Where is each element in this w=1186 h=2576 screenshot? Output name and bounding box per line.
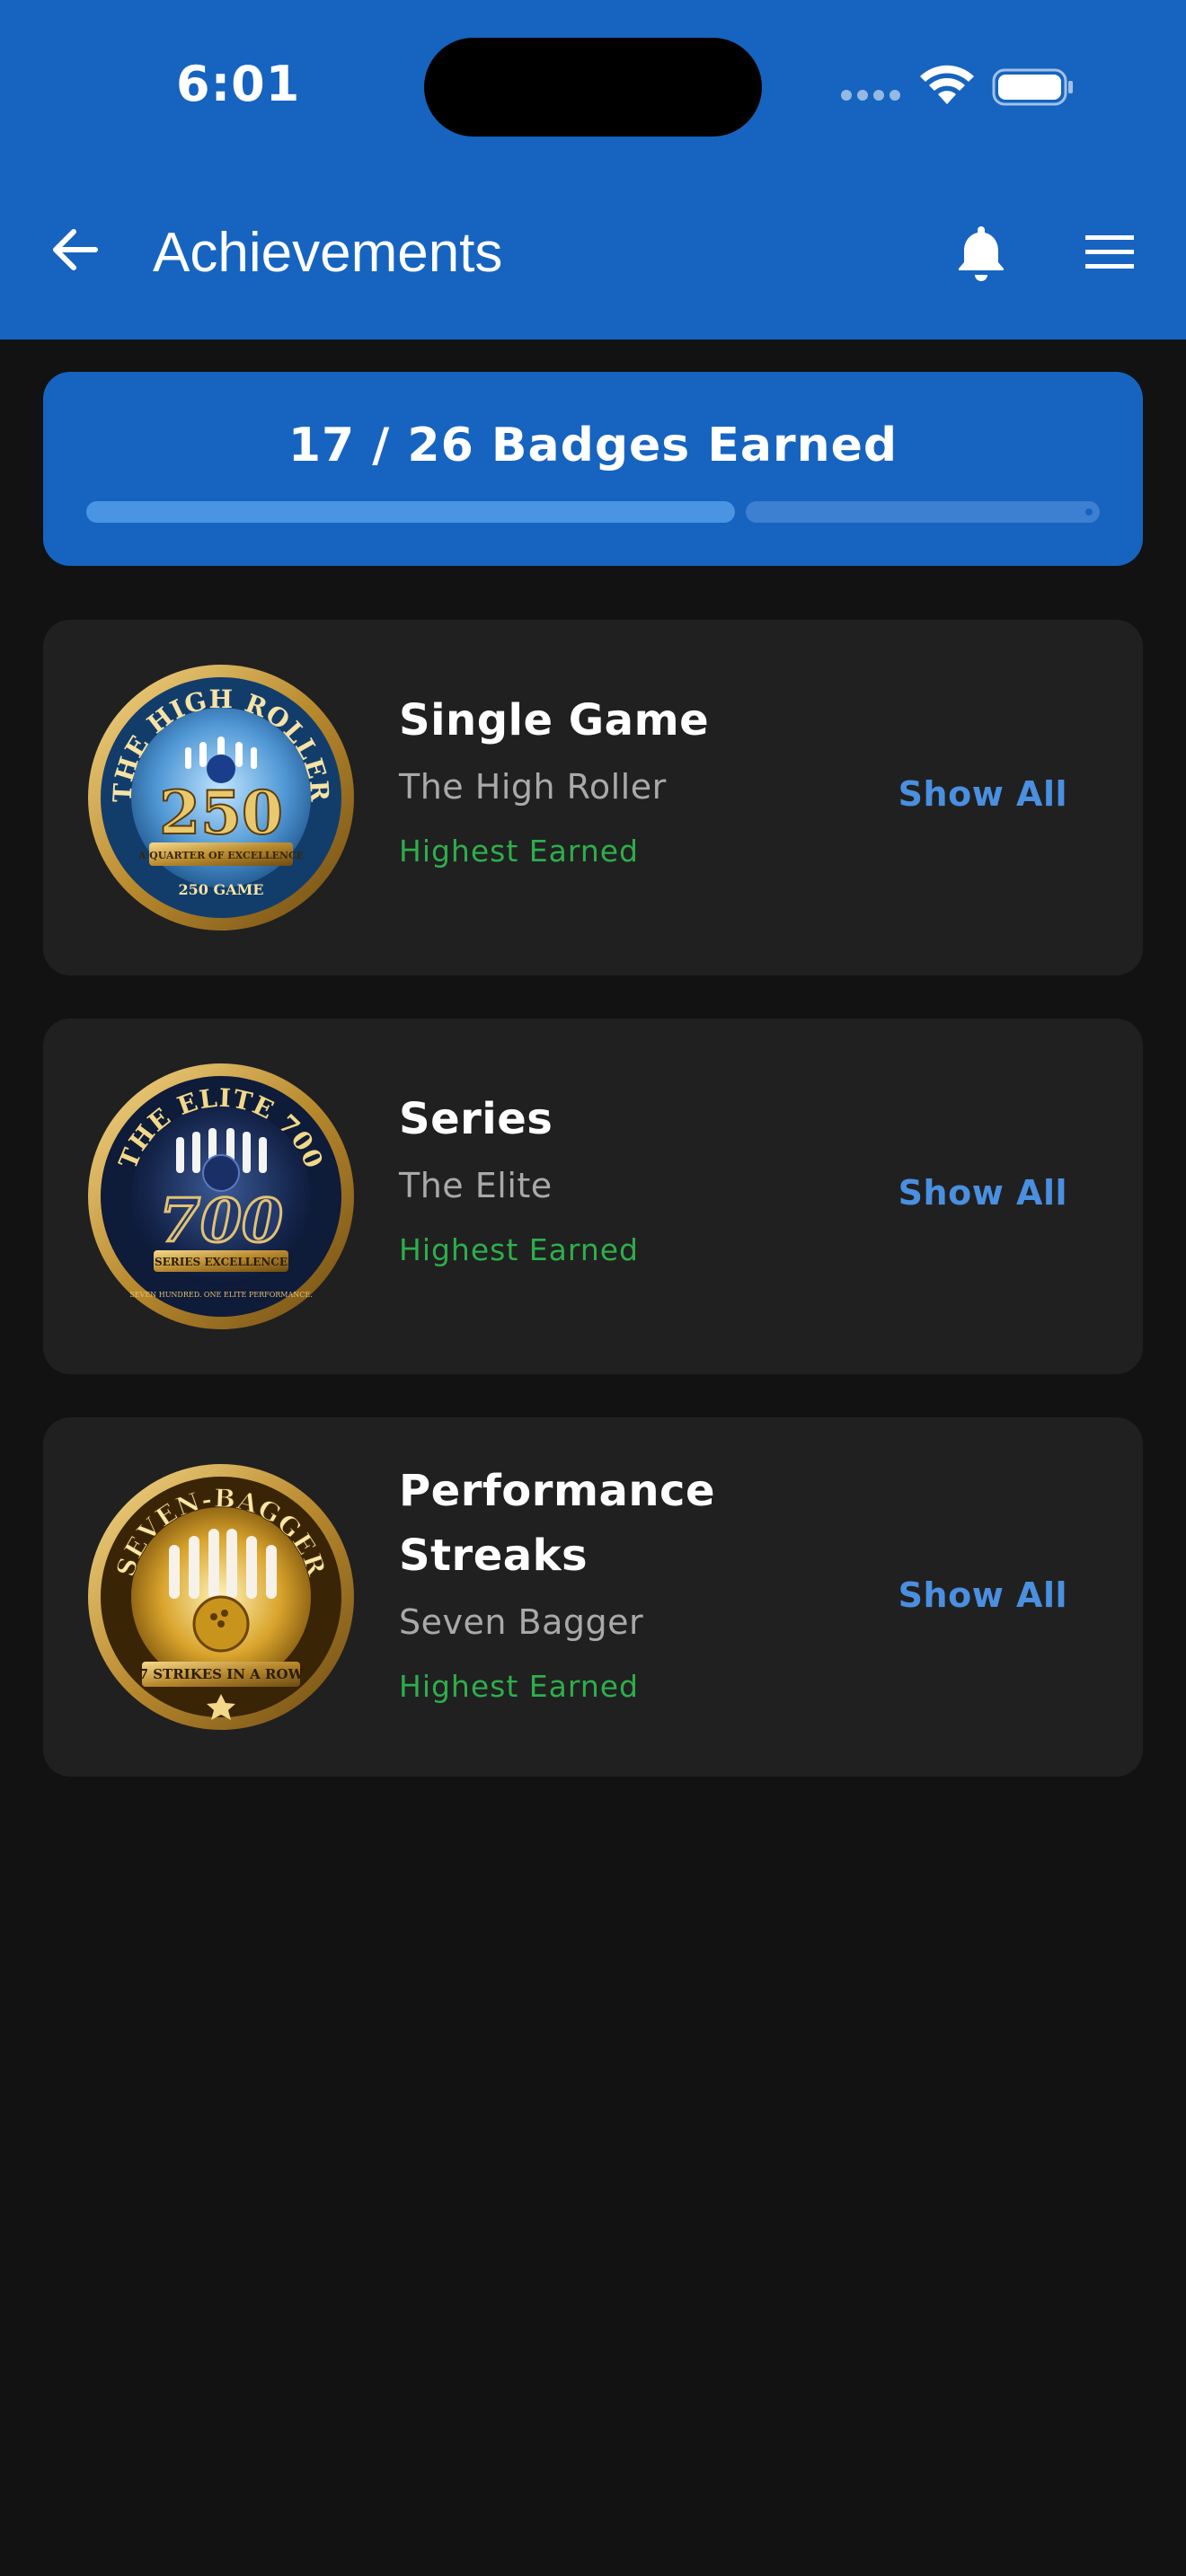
badge-banner: SERIES EXCELLENCE [155,1256,288,1268]
badge-banner: 7 STRIKES IN A ROW [139,1666,305,1682]
badge-footer: 250 GAME [179,881,264,898]
seven-bagger-badge-icon: SEVEN-BAGGER 7 STRIKES IN A ROW [88,1464,354,1730]
earned-status: Highest Earned [399,834,639,869]
badge-banner: A QUARTER OF EXCELLENCE [137,850,304,861]
category-title: Single Game [399,695,710,745]
category-text: Performance Streaks Seven Bagger Highest… [399,1459,740,1707]
badge-name: Seven Bagger [399,1602,644,1642]
high-roller-badge-icon: THE HIGH ROLLER 250 A QUARTER OF EXCELLE… [88,665,354,931]
category-card-performance-streaks[interactable]: SEVEN-BAGGER 7 STRIKES IN A ROW Performa… [43,1417,1143,1777]
bell-icon[interactable] [949,219,1013,284]
category-title: Series [399,1094,553,1144]
badges-progress-bar [86,501,1100,523]
earned-status: Highest Earned [399,1232,639,1267]
badge-number: 700 [159,1186,283,1256]
badges-earned-label: 17 / 26 Badges Earned [288,419,898,472]
category-card-series[interactable]: THE ELITE 700 700 SERIES EXCELLENCE SEVE… [43,1019,1143,1374]
category-text: Series The Elite Highest Earned [399,1087,639,1270]
progress-remaining [746,501,1100,523]
category-card-single-game[interactable]: THE HIGH ROLLER 250 A QUARTER OF EXCELLE… [43,620,1143,975]
earned-status: Highest Earned [399,1669,639,1704]
battery-icon [992,68,1073,106]
category-text: Single Game The High Roller Highest Earn… [399,688,709,871]
signal-icon [841,90,900,101]
show-all-button[interactable]: Show All [898,1575,1067,1615]
app-header: 6:01 Achievements [0,0,1186,340]
elite-700-badge-icon: THE ELITE 700 700 SERIES EXCELLENCE SEVE… [88,1063,354,1329]
badge-name: The High Roller [399,767,667,807]
badge-footer: SEVEN HUNDRED. ONE ELITE PERFORMANCE. [129,1291,313,1299]
show-all-button[interactable]: Show All [898,774,1067,814]
badges-progress-card: 17 / 26 Badges Earned [43,372,1143,566]
back-arrow-icon[interactable] [43,217,108,282]
badge-number: 250 [159,778,283,848]
dynamic-island [424,38,762,137]
progress-fill [86,501,735,523]
page-title: Achievements [153,222,503,284]
status-time: 6:01 [176,56,301,112]
hamburger-menu-icon[interactable] [1076,219,1141,284]
badge-name: The Elite [399,1166,553,1205]
show-all-button[interactable]: Show All [898,1173,1067,1213]
category-title: Performance Streaks [399,1466,716,1581]
wifi-icon [920,65,974,104]
